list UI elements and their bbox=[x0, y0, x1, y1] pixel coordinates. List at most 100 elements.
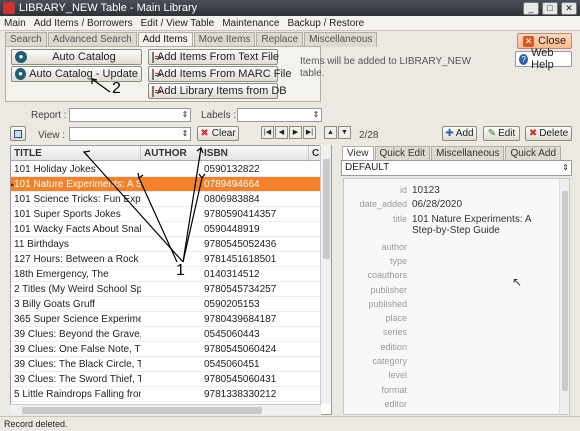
table-row[interactable]: 3 Billy Goats Gruff 0590205153 bbox=[11, 297, 323, 312]
detail-key: editor bbox=[384, 398, 407, 409]
cell-isbn: 9780545052436 bbox=[204, 239, 277, 250]
tab-move-items[interactable]: Move Items bbox=[193, 32, 256, 47]
detail-value[interactable]: 101 Nature Experiments: A Step-by-Step G… bbox=[412, 214, 552, 236]
table-row[interactable]: 127 Hours: Between a Rock and a Hard Pla… bbox=[11, 252, 323, 267]
detail-value[interactable]: 06/28/2020 bbox=[412, 199, 552, 210]
edit-button[interactable]: ✎ Edit bbox=[483, 126, 520, 141]
tab-advanced-search[interactable]: Advanced Search bbox=[47, 32, 137, 47]
table-row[interactable]: 5 Little Raindrops Falling from the Sky 9… bbox=[11, 387, 323, 402]
prev-record-icon[interactable]: ◀ bbox=[275, 126, 288, 139]
maximize-icon[interactable]: □ bbox=[542, 1, 558, 15]
menu-maintenance[interactable]: Maintenance bbox=[218, 18, 283, 29]
cell-title: 101 Wacky Facts About Snakes bbox=[14, 224, 141, 235]
first-record-icon[interactable]: |◀ bbox=[261, 126, 274, 139]
grid-settings-button[interactable] bbox=[10, 126, 26, 141]
menu-add-items-borrowers[interactable]: Add Items / Borrowers bbox=[30, 18, 137, 29]
table-row[interactable]: 101 Super Sports Jokes 9780590414357 bbox=[11, 207, 323, 222]
record-detail: id 10123 date_added 06/28/2020 title 101 Natu… bbox=[343, 178, 570, 415]
cell-author bbox=[141, 162, 201, 177]
table-horizontal-scrollbar[interactable] bbox=[10, 404, 321, 415]
detail-key: published bbox=[368, 298, 407, 309]
detail-key: format bbox=[381, 384, 407, 395]
cell-isbn: 9781451618501 bbox=[204, 254, 277, 265]
database-icon bbox=[152, 85, 161, 97]
add-from-marc-file-button[interactable]: Add Items From MARC File bbox=[148, 66, 291, 82]
scroll-thumb[interactable] bbox=[562, 191, 568, 391]
scroll-thumb[interactable] bbox=[22, 407, 262, 414]
cell-title: 365 Super Science Experiments bbox=[14, 314, 141, 325]
help-icon: ? bbox=[519, 53, 529, 65]
detail-view-select[interactable]: DEFAULT ⇕ bbox=[341, 160, 572, 176]
clear-button[interactable]: ✖ Clear bbox=[197, 126, 239, 141]
tab-view[interactable]: View bbox=[342, 146, 374, 160]
chevron-down-icon: ⇕ bbox=[181, 110, 189, 119]
cell-author bbox=[141, 222, 201, 237]
table-row[interactable]: 101 Wacky Facts About Snakes 0590448919 bbox=[11, 222, 323, 237]
cell-title: 127 Hours: Between a Rock and a Hard Pla… bbox=[14, 254, 141, 265]
clear-filter-icon: ✖ bbox=[200, 128, 209, 139]
cell-isbn: 0590448919 bbox=[204, 224, 260, 235]
cell-title: 39 Clues: Beyond the Grave, The bbox=[14, 329, 141, 340]
move-down-icon[interactable]: ▼ bbox=[338, 126, 351, 139]
detail-value[interactable]: 10123 bbox=[412, 185, 552, 196]
table-row[interactable]: 101 Science Tricks: Fun Experiments 08069… bbox=[11, 192, 323, 207]
cell-author bbox=[141, 312, 201, 327]
delete-button[interactable]: ✖ Delete bbox=[525, 126, 572, 141]
detail-scrollbar[interactable] bbox=[559, 179, 569, 414]
auto-catalog-button[interactable]: ● Auto Catalog bbox=[11, 49, 142, 65]
column-header-title[interactable]: TITLE bbox=[11, 146, 141, 161]
table-row[interactable]: 39 Clues: The Black Circle, The 054506045… bbox=[11, 357, 323, 372]
add-from-db-button[interactable]: Add Library Items from DB bbox=[148, 83, 287, 99]
table-row[interactable]: 39 Clues: One False Note, The 97805450604… bbox=[11, 342, 323, 357]
move-up-icon[interactable]: ▲ bbox=[324, 126, 337, 139]
detail-key: level bbox=[388, 370, 407, 381]
cell-title: 39 Clues: One False Note, The bbox=[14, 344, 141, 355]
tab-miscellaneous[interactable]: Miscellaneous bbox=[304, 32, 378, 47]
tab-detail-miscellaneous[interactable]: Miscellaneous bbox=[431, 146, 505, 160]
add-from-text-file-button[interactable]: Add Items From Text File bbox=[148, 49, 279, 65]
tab-add-items[interactable]: Add Items bbox=[137, 32, 193, 47]
tab-quick-edit[interactable]: Quick Edit bbox=[374, 146, 431, 160]
menu-main[interactable]: Main bbox=[0, 18, 30, 29]
table-vertical-scrollbar[interactable] bbox=[320, 145, 331, 404]
column-header-author[interactable]: AUTHOR bbox=[141, 146, 201, 161]
add-button[interactable]: ✚ Add bbox=[442, 126, 477, 141]
next-record-icon[interactable]: ▶ bbox=[289, 126, 302, 139]
cell-author bbox=[141, 282, 201, 297]
table-row[interactable]: 365 Super Science Experiments 97804396841… bbox=[11, 312, 323, 327]
table-row[interactable]: 18th Emergency, The 0140314512 bbox=[11, 267, 323, 282]
app-icon bbox=[3, 2, 15, 14]
column-header-isbn[interactable]: ISBN bbox=[201, 146, 309, 161]
cell-isbn: 9780545060424 bbox=[204, 344, 277, 355]
minimize-icon[interactable]: _ bbox=[523, 1, 539, 15]
tab-search[interactable]: Search bbox=[5, 32, 47, 47]
report-select[interactable]: ⇕ bbox=[69, 108, 191, 122]
menu-edit-view-table[interactable]: Edit / View Table bbox=[137, 18, 219, 29]
status-bar: Record deleted. bbox=[0, 416, 580, 431]
view-select[interactable]: ⇕ bbox=[69, 127, 191, 141]
tab-quick-add[interactable]: Quick Add bbox=[505, 146, 562, 160]
table-row[interactable]: 101 Holiday Jokes 0590132822 bbox=[11, 162, 323, 177]
last-record-icon[interactable]: ▶| bbox=[303, 126, 316, 139]
cell-author bbox=[141, 267, 201, 282]
detail-key: title bbox=[392, 213, 407, 224]
detail-key: coauthors bbox=[367, 270, 407, 281]
cell-title: 18th Emergency, The bbox=[14, 269, 109, 280]
table-row[interactable]: 11 Birthdays 9780545052436 bbox=[11, 237, 323, 252]
close-window-icon[interactable]: ✕ bbox=[561, 1, 577, 15]
labels-select[interactable]: ⇕ bbox=[237, 108, 322, 122]
cell-author bbox=[141, 357, 201, 372]
chevron-down-icon: ⇕ bbox=[181, 129, 189, 138]
cell-title: 3 Billy Goats Gruff bbox=[14, 299, 95, 310]
web-help-button[interactable]: ? Web Help bbox=[515, 47, 572, 71]
tab-replace[interactable]: Replace bbox=[256, 32, 304, 47]
table-row[interactable]: 39 Clues: Beyond the Grave, The 054506044… bbox=[11, 327, 323, 342]
cell-title: 101 Science Tricks: Fun Experiments bbox=[14, 194, 141, 205]
table-row[interactable]: ▸101 Nature Experiments: A Step-by-Step … bbox=[11, 177, 323, 192]
table-row[interactable]: 2 Titles (My Weird School Special) 978054… bbox=[11, 282, 323, 297]
table-row[interactable]: 39 Clues: The Sword Thief, The 9780545060… bbox=[11, 372, 323, 387]
auto-catalog-update-button[interactable]: ● Auto Catalog - Update bbox=[11, 66, 142, 82]
cell-author bbox=[141, 252, 201, 267]
menu-backup-restore[interactable]: Backup / Restore bbox=[283, 18, 368, 29]
scroll-thumb[interactable] bbox=[323, 159, 330, 259]
